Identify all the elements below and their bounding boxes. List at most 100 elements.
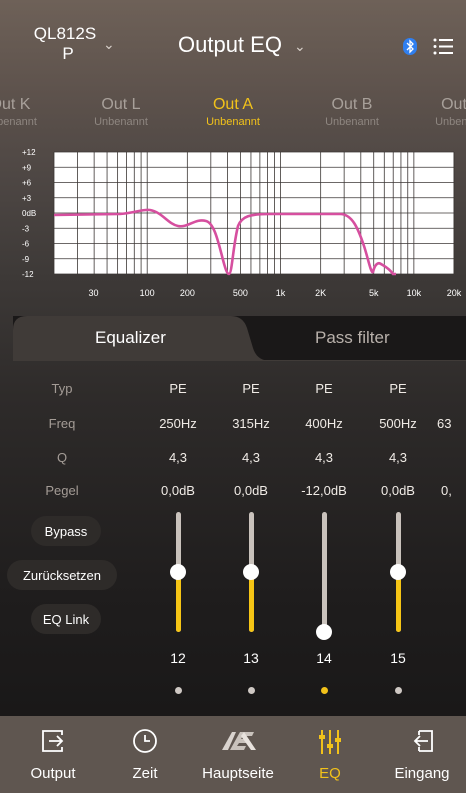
y-tick-label: +12: [22, 148, 36, 157]
slider-knob[interactable]: [170, 564, 186, 580]
band-q[interactable]: 4,3: [143, 450, 213, 465]
band-indicator-dot[interactable]: [394, 687, 402, 694]
slider-track[interactable]: [321, 512, 327, 632]
nav-output[interactable]: Output: [8, 716, 98, 793]
channel-tab-out-a[interactable]: Out A Unbenannt: [178, 96, 288, 128]
device-selector[interactable]: QL812S P: [30, 24, 100, 64]
channel-name: Out L: [101, 96, 141, 113]
band-freq[interactable]: 500Hz: [363, 416, 433, 431]
nav-label: Zeit: [132, 765, 158, 782]
x-tick-label: 10k: [407, 288, 422, 298]
channel-tab-out-b[interactable]: Out B Unbenannt: [297, 96, 407, 128]
band-type[interactable]: PE: [143, 381, 213, 396]
tab-pass-filter[interactable]: Pass filter: [315, 328, 390, 348]
page-title[interactable]: Output EQ: [178, 32, 282, 58]
slider-knob[interactable]: [243, 564, 259, 580]
eq-sliders-icon: [319, 730, 341, 754]
y-tick-label: +9: [22, 163, 32, 172]
channel-sub: Unbenannt: [325, 116, 379, 128]
eq-graph[interactable]: +12 +9 +6 +3 0dB -3 -6 -9 -12 30 100 200 500 1k 2K 5k 1…: [0, 146, 466, 306]
band-type[interactable]: PE: [216, 381, 286, 396]
x-tick-label: 5k: [369, 288, 379, 298]
channel-tab-out-c[interactable]: Out C Unbenannt: [407, 96, 466, 128]
nav-label: Eingang: [394, 765, 450, 782]
output-icon: [42, 730, 64, 752]
band-level[interactable]: 0,0dB: [216, 483, 286, 498]
x-tick-label: 20k: [447, 288, 462, 298]
y-tick-label: -3: [22, 224, 30, 233]
header: QL812S P ⌄ Output EQ ⌄: [0, 0, 466, 82]
y-tick-label: 0dB: [22, 209, 36, 218]
chevron-down-icon[interactable]: ⌄: [294, 38, 306, 55]
channel-name: Out A: [212, 96, 254, 113]
nav-label: Output: [30, 765, 76, 782]
band-indicator-dot[interactable]: [174, 687, 182, 694]
tab-equalizer[interactable]: Equalizer: [95, 328, 166, 348]
slider-knob[interactable]: [316, 624, 332, 640]
nav-label: Hauptseite: [202, 765, 274, 782]
band-indicator-dot[interactable]: [247, 687, 255, 694]
y-tick-label: +3: [22, 194, 32, 203]
band-freq[interactable]: 315Hz: [216, 416, 286, 431]
slider-fill: [175, 572, 181, 632]
tab-bar: [13, 316, 466, 361]
x-tick-label: 500: [233, 288, 248, 298]
input-icon: [413, 730, 433, 752]
reset-button[interactable]: Zurücksetzen: [7, 560, 117, 590]
band-type[interactable]: PE: [363, 381, 433, 396]
row-label-type: Typ: [51, 381, 73, 396]
chevron-down-icon[interactable]: ⌄: [103, 36, 115, 53]
row-label-freq: Freq: [48, 416, 76, 431]
esx-logo-icon: [222, 732, 256, 750]
channel-tabs: Out K Unbenannt Out L Unbenannt Out A Un…: [0, 96, 466, 136]
x-tick-label: 2K: [315, 288, 326, 298]
band-number: 15: [390, 650, 406, 666]
device-name-line2: P: [62, 44, 74, 63]
band-freq[interactable]: 250Hz: [143, 416, 213, 431]
slider-fill: [248, 572, 254, 632]
channel-tab-out-l[interactable]: Out L Unbenannt: [66, 96, 176, 128]
eq-link-button[interactable]: EQ Link: [31, 604, 101, 634]
x-tick-label: 100: [140, 288, 155, 298]
band-level[interactable]: 0,0dB: [143, 483, 213, 498]
bluetooth-icon[interactable]: [403, 38, 417, 55]
channel-name: Out C: [441, 96, 466, 113]
band-q[interactable]: 4,3: [216, 450, 286, 465]
row-label-q: Q: [56, 450, 68, 465]
band-indicator-dot[interactable]: [320, 687, 328, 694]
bottom-nav: Output Zeit Hauptseite EQ Eingang: [0, 716, 466, 793]
y-tick-label: +6: [22, 179, 32, 188]
slider-knob[interactable]: [390, 564, 406, 580]
bypass-button[interactable]: Bypass: [31, 516, 101, 546]
nav-eq[interactable]: EQ: [285, 716, 375, 793]
band-type[interactable]: PE: [289, 381, 359, 396]
menu-icon[interactable]: [433, 38, 453, 55]
slider-fill: [395, 572, 401, 632]
band-level[interactable]: -12,0dB: [289, 483, 359, 498]
nav-hauptseite[interactable]: Hauptseite: [193, 716, 283, 793]
channel-name: Out K: [0, 96, 31, 113]
nav-eingang[interactable]: Eingang: [377, 716, 466, 793]
channel-name: Out B: [331, 96, 373, 113]
band-number: 14: [316, 650, 332, 666]
channel-sub: Unbenannt: [435, 116, 466, 128]
band-freq[interactable]: 400Hz: [289, 416, 359, 431]
clock-icon: [133, 729, 157, 753]
band-number: 12: [170, 650, 186, 666]
y-tick-label: -6: [22, 240, 30, 249]
device-name-line1: QL812S: [33, 24, 97, 43]
band-freq[interactable]: 63: [437, 416, 466, 431]
x-tick-label: 30: [88, 288, 98, 298]
band-number: 13: [243, 650, 259, 666]
row-label-level: Pegel: [45, 483, 79, 498]
band-level[interactable]: 0,0dB: [363, 483, 433, 498]
band-q[interactable]: 4,3: [289, 450, 359, 465]
y-tick-label: -9: [22, 255, 30, 264]
band-level[interactable]: 0,: [441, 483, 466, 498]
x-tick-label: 200: [180, 288, 195, 298]
channel-sub: Unbenannt: [94, 116, 148, 128]
band-q[interactable]: 4,3: [363, 450, 433, 465]
y-tick-label: -12: [22, 270, 34, 279]
channel-tab-out-k[interactable]: Out K Unbenannt: [0, 96, 65, 128]
nav-zeit[interactable]: Zeit: [100, 716, 190, 793]
